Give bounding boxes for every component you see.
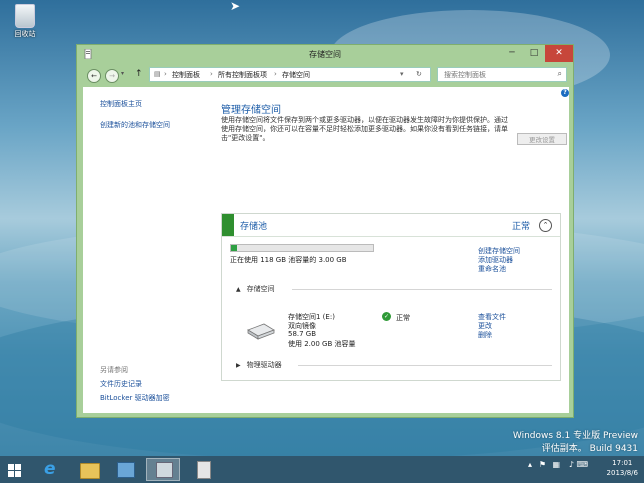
storage-pool-panel: 存储池 正常 ⌃ 正在使用 118 GB 池容量的 3.00 GB 创建存储空间… bbox=[221, 213, 561, 381]
storage-spaces-section-label: 存储空间 bbox=[246, 285, 275, 293]
delete-space-link[interactable]: 删除 bbox=[478, 330, 492, 340]
content-pane: ? 控制面板主页 创建新的池和存储空间 另请参阅 文件历史记录 BitLocke… bbox=[83, 87, 569, 413]
start-button[interactable] bbox=[0, 458, 34, 481]
drive-icon bbox=[246, 322, 276, 340]
page-title: 管理存储空间 bbox=[221, 105, 281, 116]
create-pool-link[interactable]: 创建新的池和存储空间 bbox=[100, 120, 170, 130]
expanded-triangle-icon: ▲ bbox=[236, 286, 241, 293]
search-placeholder: 搜索控制面板 bbox=[444, 71, 486, 79]
see-also-label: 另请参阅 bbox=[100, 366, 128, 374]
folder-icon bbox=[80, 463, 100, 479]
breadcrumb-all-items[interactable]: 所有控制面板项 bbox=[218, 70, 267, 80]
recycle-bin-desktop-icon[interactable]: 回收站 bbox=[8, 4, 42, 39]
ok-check-icon: ✓ bbox=[382, 312, 391, 321]
watermark-line-1: Windows 8.1 专业版 Preview bbox=[512, 431, 638, 441]
clock-time: 17:01 bbox=[612, 459, 633, 467]
pool-usage-fill bbox=[231, 245, 237, 251]
breadcrumb-control-panel[interactable]: 控制面板 bbox=[172, 70, 200, 80]
windows-logo-icon bbox=[8, 464, 22, 478]
breadcrumb-separator: › bbox=[274, 70, 277, 78]
page-description: 使用存储空间将文件保存到两个或更多驱动器，以便在驱动器发生故障时为你提供保护。通… bbox=[221, 116, 508, 142]
up-arrow-icon[interactable]: ↑ bbox=[135, 69, 143, 79]
mouse-cursor-icon: ➤ bbox=[230, 0, 241, 13]
breadcrumb-separator: › bbox=[210, 70, 213, 78]
internet-explorer-icon: e bbox=[44, 459, 56, 479]
breadcrumb-separator: › bbox=[164, 70, 167, 78]
taskbar-storage-spaces[interactable] bbox=[146, 458, 180, 481]
clock-date: 2013/8/6 bbox=[606, 469, 638, 477]
close-button[interactable]: ✕ bbox=[545, 45, 573, 62]
back-arrow-icon[interactable]: ← bbox=[87, 69, 101, 83]
section-divider bbox=[298, 365, 552, 366]
help-icon[interactable]: ? bbox=[561, 89, 569, 97]
control-panel-taskbar-icon bbox=[117, 462, 135, 478]
watermark-line-2: 评估副本。 Build 9431 bbox=[541, 444, 638, 454]
space-status: 正常 bbox=[396, 314, 410, 322]
pool-usage-text: 正在使用 118 GB 池容量的 3.00 GB bbox=[230, 256, 347, 264]
title-bar[interactable]: 存储空间 ─ □ ✕ bbox=[77, 45, 573, 63]
maximize-button[interactable]: □ bbox=[523, 45, 545, 62]
minimize-button[interactable]: ─ bbox=[501, 45, 523, 62]
pool-status-bar bbox=[222, 214, 234, 236]
network-icon[interactable]: ▦ bbox=[552, 460, 560, 469]
system-clock[interactable]: 17:01 2013/8/6 bbox=[607, 458, 638, 478]
desktop-background: 回收站 ➤ 存储空间 ─ □ ✕ ← → ▾ ↑ ▤ › 控制面板 › 所有控制… bbox=[0, 0, 644, 456]
physical-drives-section-label: 物理驱动器 bbox=[246, 361, 282, 369]
change-settings-button[interactable]: 更改设置 bbox=[517, 133, 567, 145]
breadcrumb-storage-spaces[interactable]: 存储空间 bbox=[282, 70, 310, 80]
bitlocker-link[interactable]: BitLocker 驱动器加密 bbox=[100, 393, 170, 403]
space-size: 58.7 GB bbox=[288, 330, 317, 338]
search-input[interactable]: 搜索控制面板 ⌕ bbox=[437, 67, 567, 82]
recycle-bin-label: 回收站 bbox=[14, 30, 36, 38]
pool-name: 存储池 bbox=[240, 222, 268, 232]
collapse-icon[interactable]: ⌃ bbox=[539, 219, 552, 232]
window-title: 存储空间 bbox=[309, 50, 341, 59]
keyboard-icon[interactable]: ⌨ bbox=[576, 460, 588, 469]
taskbar: e ▴ ⚑ ▦ ♪ ⌨ 17:01 2013/8/6 bbox=[0, 456, 644, 483]
pool-header: 存储池 正常 ⌃ bbox=[222, 214, 560, 237]
taskbar-internet-explorer[interactable]: e bbox=[36, 458, 70, 481]
recycle-bin-icon bbox=[15, 4, 35, 28]
address-bar[interactable]: ▤ › 控制面板 › 所有控制面板项 › 存储空间 ▾ ↻ bbox=[149, 67, 431, 82]
collapsed-triangle-icon: ▶ bbox=[236, 362, 241, 369]
storage-spaces-window: 存储空间 ─ □ ✕ ← → ▾ ↑ ▤ › 控制面板 › 所有控制面板项 › … bbox=[76, 44, 574, 418]
taskbar-app[interactable] bbox=[186, 458, 220, 481]
tray-up-arrow-icon[interactable]: ▴ bbox=[528, 460, 532, 469]
refresh-icon[interactable]: ↻ bbox=[416, 70, 422, 78]
storage-spaces-taskbar-icon bbox=[156, 462, 173, 478]
storage-spaces-section-toggle[interactable]: ▲ 存储空间 bbox=[236, 284, 275, 294]
rename-pool-link[interactable]: 重命名池 bbox=[478, 264, 506, 274]
recent-dropdown-icon[interactable]: ▾ bbox=[121, 70, 124, 77]
control-panel-icon: ▤ bbox=[154, 70, 161, 78]
forward-arrow-icon[interactable]: → bbox=[105, 69, 119, 83]
physical-drives-section-toggle[interactable]: ▶ 物理驱动器 bbox=[236, 360, 282, 370]
space-used: 使用 2.00 GB 池容量 bbox=[288, 340, 356, 348]
pool-status: 正常 bbox=[511, 222, 530, 232]
taskbar-control-panel[interactable] bbox=[108, 458, 142, 481]
pool-usage-bar bbox=[230, 244, 374, 252]
address-row: ← → ▾ ↑ ▤ › 控制面板 › 所有控制面板项 › 存储空间 ▾ ↻ 搜索… bbox=[81, 67, 569, 83]
file-history-link[interactable]: 文件历史记录 bbox=[100, 379, 142, 389]
control-panel-home-link[interactable]: 控制面板主页 bbox=[100, 99, 142, 109]
taskbar-file-explorer[interactable] bbox=[72, 458, 106, 481]
action-center-flag-icon[interactable]: ⚑ bbox=[539, 460, 546, 469]
address-dropdown-icon[interactable]: ▾ bbox=[400, 70, 404, 78]
document-icon bbox=[197, 461, 211, 479]
volume-icon[interactable]: ♪ bbox=[569, 460, 574, 469]
search-icon: ⌕ bbox=[557, 69, 562, 78]
section-divider bbox=[292, 289, 552, 290]
